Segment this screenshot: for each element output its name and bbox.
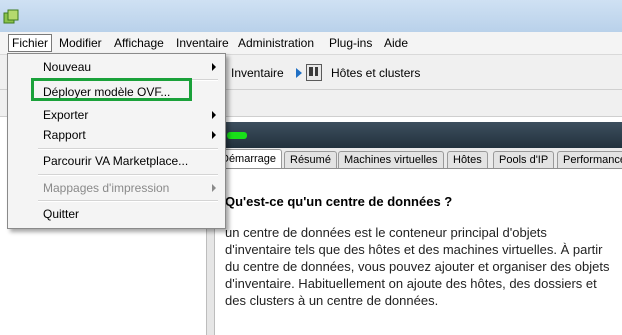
tab-performance[interactable]: Performance xyxy=(557,151,622,168)
submenu-arrow-icon xyxy=(212,111,216,119)
menu-item-exporter[interactable]: Exporter xyxy=(43,107,88,123)
tab-hotes[interactable]: Hôtes xyxy=(447,151,488,168)
menu-affichage[interactable]: Affichage xyxy=(112,35,166,51)
menu-fichier[interactable]: Fichier xyxy=(8,34,53,52)
menu-item-nouveau[interactable]: Nouveau xyxy=(43,59,91,75)
menu-item-quitter[interactable]: Quitter xyxy=(43,206,79,222)
menu-item-va-marketplace[interactable]: Parcourir VA Marketplace... xyxy=(43,153,188,169)
tab-strip: Démarrage Résumé Machines virtuelles Hôt… xyxy=(215,148,622,169)
submenu-arrow-icon xyxy=(212,131,216,139)
hosts-clusters-icon xyxy=(306,64,322,81)
tab-resume[interactable]: Résumé xyxy=(284,151,337,168)
highlight-box xyxy=(31,78,192,101)
submenu-arrow-icon xyxy=(212,184,216,192)
submenu-arrow-icon xyxy=(212,63,216,71)
status-indicator xyxy=(227,132,247,139)
menu-separator xyxy=(38,148,218,150)
breadcrumb-inventaire[interactable]: Inventaire xyxy=(231,66,284,80)
menu-aide[interactable]: Aide xyxy=(382,35,410,51)
vsphere-app-icon xyxy=(3,9,19,24)
menu-bar: Fichier Modifier Affichage Inventaire Ad… xyxy=(0,32,622,55)
menu-administration[interactable]: Administration xyxy=(236,35,316,51)
menu-separator xyxy=(38,174,218,176)
menu-item-rapport[interactable]: Rapport xyxy=(43,127,86,143)
menu-inventaire[interactable]: Inventaire xyxy=(174,35,231,51)
tab-pools-ip[interactable]: Pools d'IP xyxy=(493,151,555,168)
description-text: un centre de données est le conteneur pr… xyxy=(225,225,610,308)
title-bar xyxy=(0,0,622,32)
menu-item-mappages-impression: Mappages d'impression xyxy=(43,181,170,195)
tab-machines-virtuelles[interactable]: Machines virtuelles xyxy=(338,151,444,168)
object-header xyxy=(215,122,622,148)
page-heading: Qu'est-ce qu'un centre de données ? xyxy=(225,194,453,209)
menu-modifier[interactable]: Modifier xyxy=(57,35,104,51)
breadcrumb-hosts-clusters[interactable]: Hôtes et clusters xyxy=(331,66,420,80)
menu-separator xyxy=(38,200,218,202)
menu-plugins[interactable]: Plug-ins xyxy=(327,35,374,51)
breadcrumb-arrow-icon xyxy=(296,68,302,78)
getting-started-panel: Qu'est-ce qu'un centre de données ? un c… xyxy=(215,169,622,335)
